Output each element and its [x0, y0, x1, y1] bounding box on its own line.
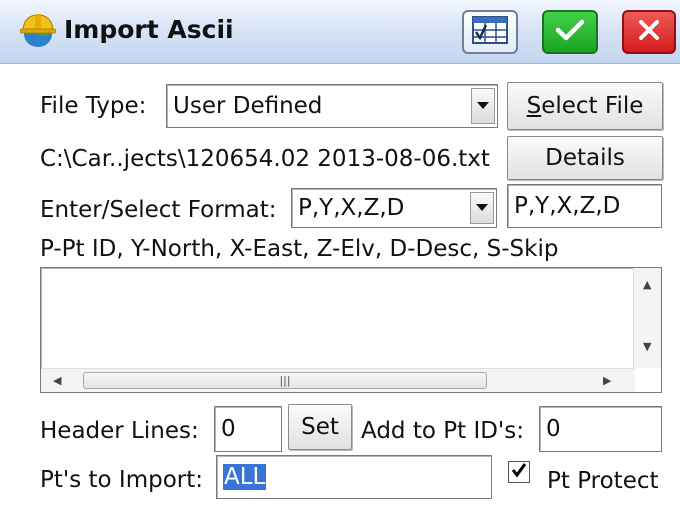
checkmark-icon [555, 18, 585, 46]
close-icon [637, 18, 661, 46]
file-type-label: File Type: [40, 93, 147, 119]
header-lines-label: Header Lines: [40, 418, 199, 444]
close-button[interactable] [622, 10, 676, 54]
file-path-text: C:\Car..jects\120654.02 2013-08-06.txt [40, 146, 490, 172]
select-file-button[interactable]: Select File [507, 82, 663, 130]
pts-to-import-label: Pt's to Import: [40, 467, 203, 493]
select-file-label: elect File [541, 93, 644, 119]
preview-textarea[interactable]: ▲ ▼ ◀ ||| ▶ [40, 267, 662, 393]
grid-view-button[interactable] [462, 10, 518, 54]
select-file-mnemonic: S [526, 93, 542, 119]
format-selected: P,Y,X,Z,D [298, 195, 405, 221]
scroll-right-icon[interactable]: ▶ [603, 374, 611, 387]
header-lines-value: 0 [221, 416, 236, 442]
file-type-value: User Defined [173, 93, 323, 119]
chevron-down-icon[interactable] [470, 192, 494, 224]
checkmark-icon [511, 462, 527, 482]
format-input-value: P,Y,X,Z,D [514, 193, 621, 219]
horizontal-scrollbar[interactable]: ◀ ||| ▶ [41, 368, 635, 392]
add-to-pt-ids-label: Add to Pt ID's: [361, 418, 524, 444]
ok-button[interactable] [542, 10, 598, 54]
format-dropdown[interactable]: P,Y,X,Z,D [291, 188, 497, 228]
pts-to-import-input[interactable]: ALL [216, 455, 492, 499]
pts-to-import-value: ALL [223, 464, 267, 490]
file-type-dropdown[interactable]: User Defined [166, 84, 498, 128]
set-button[interactable]: Set [288, 404, 352, 450]
title-bar: Import Ascii [0, 0, 680, 64]
horizontal-scroll-thumb[interactable]: ||| [83, 372, 487, 389]
header-lines-input[interactable]: 0 [214, 406, 282, 452]
scroll-down-icon[interactable]: ▼ [643, 340, 651, 353]
add-to-pt-ids-value: 0 [546, 416, 561, 442]
format-label: Enter/Select Format: [40, 197, 277, 223]
details-button[interactable]: Details [507, 136, 663, 180]
pt-protect-label[interactable]: Pt Protect [547, 468, 659, 494]
add-to-pt-ids-input[interactable]: 0 [539, 406, 662, 452]
format-legend: P-Pt ID, Y-North, X-East, Z-Elv, D-Desc,… [40, 236, 559, 262]
pt-protect-checkbox[interactable] [508, 461, 530, 483]
scroll-left-icon[interactable]: ◀ [53, 374, 61, 387]
hardhat-globe-icon [19, 12, 57, 50]
window-title: Import Ascii [64, 15, 234, 44]
grip-icon: ||| [279, 374, 291, 387]
chevron-down-icon[interactable] [471, 88, 495, 124]
vertical-scrollbar[interactable]: ▲ ▼ [633, 268, 661, 368]
format-input[interactable]: P,Y,X,Z,D [507, 184, 662, 228]
grid-icon [472, 16, 508, 48]
scroll-up-icon[interactable]: ▲ [643, 278, 651, 291]
